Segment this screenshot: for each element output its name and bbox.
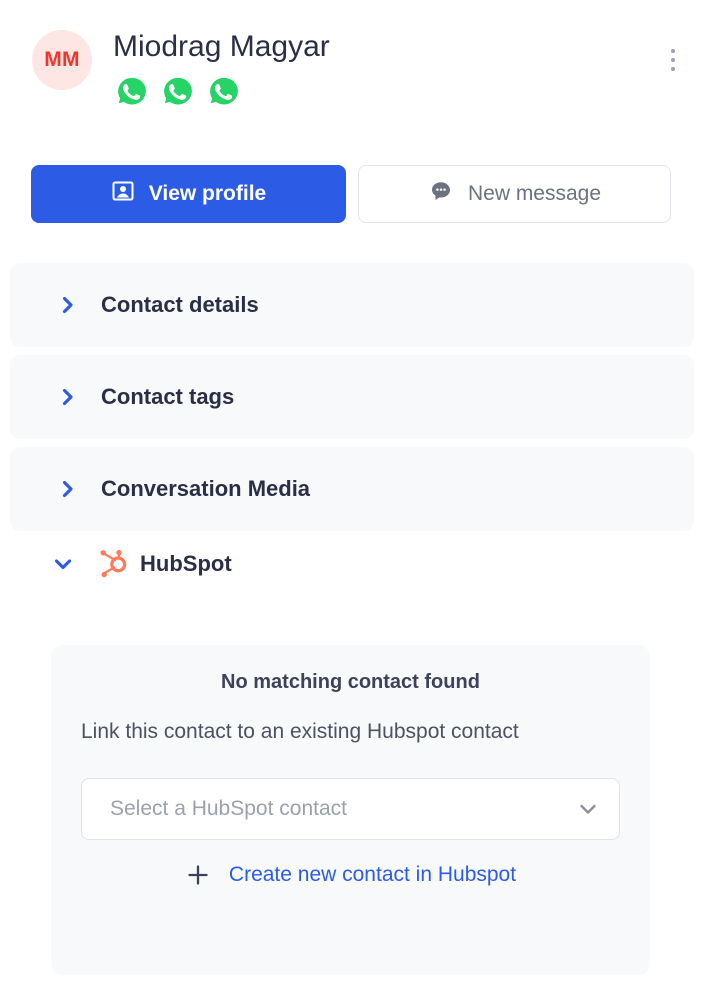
whatsapp-icon[interactable] bbox=[159, 73, 197, 111]
new-message-button[interactable]: New message bbox=[358, 165, 671, 223]
chevron-down-icon bbox=[52, 553, 74, 575]
contact-card-icon bbox=[111, 179, 135, 209]
hubspot-logo-icon bbox=[74, 548, 130, 580]
accordion-contact-details[interactable]: Contact details bbox=[10, 263, 694, 347]
contact-header-text: Miodrag Magyar bbox=[113, 28, 658, 111]
accordion-contact-tags[interactable]: Contact tags bbox=[10, 355, 694, 439]
whatsapp-icon[interactable] bbox=[113, 73, 151, 111]
chat-bubble-icon bbox=[428, 178, 454, 210]
contact-name: Miodrag Magyar bbox=[113, 30, 330, 63]
whatsapp-icon[interactable] bbox=[205, 73, 243, 111]
accordion-label: Contact details bbox=[101, 292, 259, 317]
kebab-dot bbox=[671, 58, 675, 62]
hubspot-contact-select[interactable]: Select a HubSpot contact bbox=[81, 778, 620, 840]
contact-action-buttons: View profile New message bbox=[31, 165, 671, 223]
hubspot-title: HubSpot bbox=[140, 551, 232, 576]
avatar: MM bbox=[32, 30, 92, 90]
chevron-right-icon bbox=[58, 387, 78, 407]
chevron-down-icon bbox=[575, 796, 601, 822]
hubspot-no-match-card: No matching contact found Link this cont… bbox=[51, 645, 650, 975]
kebab-menu-icon[interactable] bbox=[658, 40, 688, 80]
hubspot-card-description: Link this contact to an existing Hubspot… bbox=[81, 720, 519, 743]
avatar-initials: MM bbox=[44, 48, 80, 71]
accordion-hubspot[interactable]: HubSpot bbox=[52, 548, 232, 580]
new-message-label: New message bbox=[467, 182, 602, 205]
chevron-right-icon bbox=[58, 479, 78, 499]
accordion-label: Contact tags bbox=[101, 384, 235, 409]
create-contact-in-hubspot-link[interactable]: Create new contact in Hubspot bbox=[81, 862, 620, 888]
kebab-dot bbox=[671, 67, 675, 71]
view-profile-label: View profile bbox=[148, 182, 267, 205]
contact-sidebar-panel: MM Miodrag Magyar View profile New messa… bbox=[0, 0, 708, 982]
channel-icon-list bbox=[113, 73, 658, 111]
plus-icon bbox=[185, 862, 211, 888]
contact-header: MM Miodrag Magyar bbox=[32, 28, 688, 111]
chevron-right-icon bbox=[58, 295, 78, 315]
view-profile-button[interactable]: View profile bbox=[31, 165, 346, 223]
accordion-conversation-media[interactable]: Conversation Media bbox=[10, 447, 694, 531]
hubspot-contact-select-placeholder: Select a HubSpot contact bbox=[110, 797, 347, 820]
hubspot-card-title: No matching contact found bbox=[221, 671, 480, 693]
kebab-dot bbox=[671, 49, 675, 53]
create-contact-label: Create new contact in Hubspot bbox=[228, 863, 517, 886]
accordion-list: Contact details Contact tags Conversatio… bbox=[10, 263, 694, 539]
accordion-label: Conversation Media bbox=[101, 476, 311, 501]
